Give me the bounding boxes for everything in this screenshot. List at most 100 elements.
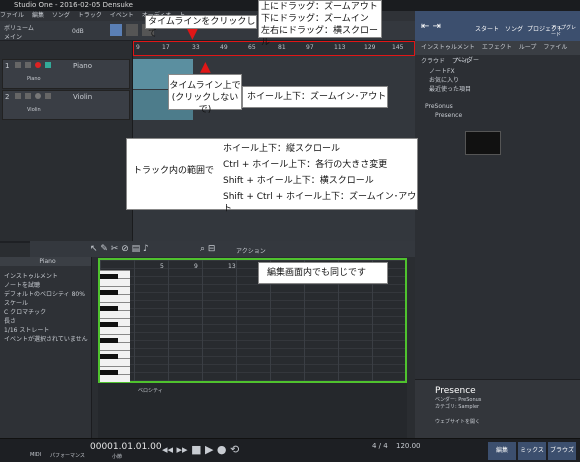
track-name[interactable]: Piano <box>73 62 92 70</box>
transport-bar: MIDI パフォーマンス 00001.01.01.00 小節 ◂◂ ▸▸ ■ ▶… <box>0 438 580 462</box>
time-display[interactable]: 00001.01.01.00 <box>90 442 162 452</box>
mix-button[interactable]: ミックス <box>518 442 546 460</box>
quantize-row[interactable]: 1/16 ストレート <box>0 326 91 335</box>
start-button[interactable]: スタート <box>475 24 499 33</box>
annotation-click-timeline: タイムラインをクリックして <box>145 15 257 39</box>
editor-toolbar: ↖ ✎ ✂ ⊘ ▤ ♪ ⌕ ⊟ アクション <box>30 241 415 257</box>
time-signature[interactable]: 4 / 4 <box>372 442 388 450</box>
menu-file[interactable]: ファイル <box>0 12 24 19</box>
arrow-icon[interactable]: ⇤ ⇥ <box>421 21 441 32</box>
snap-value[interactable]: 0dB <box>72 28 84 35</box>
inspector-item: イベントが選択されていません <box>4 336 88 343</box>
menu-song[interactable]: ソング <box>52 12 70 19</box>
time-unit-label: 小節 <box>112 454 123 460</box>
volume-sub-label: メイン <box>4 34 23 41</box>
annotation-in-track: トラック内の範囲で <box>133 166 215 176</box>
menu-edit[interactable]: 編集 <box>32 12 44 19</box>
browser-item[interactable]: 最近使った項目 <box>415 85 580 94</box>
mute-button[interactable] <box>15 93 21 99</box>
annotation-line: Shift + ホイール上下：横スクロール <box>223 176 374 186</box>
velocity-value[interactable]: 80% <box>72 291 85 298</box>
annotation-track-ops: トラック内の範囲で ホイール上下：縦スクロール Ctrl + ホイール上下：各行… <box>126 138 418 214</box>
solo-button[interactable] <box>25 62 31 68</box>
editor-inspector: Piano インストゥルメント ノートを試聴 デフォルトのベロシティ 80% ス… <box>0 257 92 438</box>
track-list: 1 Piano Piano 2 Violin Violin <box>0 41 133 241</box>
vendor-folder[interactable]: PreSonus <box>415 102 580 111</box>
annotation-line: Ctrl + ホイール上下：各行の大きさ変更 <box>223 160 388 170</box>
annotation-drag-line: 左右にドラッグ：横スクロール <box>261 26 379 48</box>
annotation-drag-line: 上にドラッグ：ズームアウト <box>261 2 378 12</box>
velocity-lane[interactable]: ベロシティ <box>98 383 407 438</box>
tab-instruments[interactable]: インストゥルメント <box>421 44 475 51</box>
performance-label: パフォーマンス <box>50 453 85 459</box>
inspector-item[interactable]: 長さ <box>0 317 91 326</box>
inspector-item[interactable]: スケール <box>0 299 91 308</box>
action-menu[interactable]: アクション <box>236 246 266 255</box>
solo-button[interactable] <box>25 93 31 99</box>
ruler-bar: 9 <box>136 44 140 51</box>
browser-tabs: インストゥルメント エフェクト ループ ファイル クラウド プール <box>415 41 580 65</box>
right-panel-header: ⇤ ⇥ スタート ソング プロジェクト アップグレード <box>415 11 580 41</box>
mute-button[interactable] <box>15 62 21 68</box>
presence-thumbnail <box>465 131 501 155</box>
song-button[interactable]: ソング <box>505 24 523 33</box>
tempo-value[interactable]: 120.00 <box>396 442 421 450</box>
website-link[interactable]: ウェブサイトを開く <box>415 410 580 425</box>
arrow-down-icon: ▼ <box>187 26 198 42</box>
key-value[interactable]: C <box>4 309 8 316</box>
info-vendor: ベンダー: PreSonus <box>435 397 482 403</box>
monitor-button[interactable] <box>45 62 51 68</box>
record-button[interactable] <box>35 93 41 99</box>
track-row[interactable]: 1 Piano Piano <box>2 59 130 89</box>
tab-effects[interactable]: エフェクト <box>482 44 512 51</box>
midi-label: MIDI <box>30 452 42 458</box>
velocity-tab[interactable]: ベロシティ <box>138 387 163 394</box>
transport-controls-icon[interactable]: ◂◂ ▸▸ ■ ▶ ● ⟲ <box>162 443 239 456</box>
editor-ruler-bar: 5 <box>160 263 164 270</box>
ruler-bar: 33 <box>192 44 200 51</box>
browser-item[interactable]: お気に入り <box>415 76 580 85</box>
annotation-line: (クリックしないで) <box>171 93 239 115</box>
tab-loops[interactable]: ループ <box>519 44 537 51</box>
track-instrument[interactable]: Violin <box>27 107 41 113</box>
scale-row[interactable]: C クロマチック <box>0 308 91 317</box>
plugin-item[interactable]: Presence <box>415 111 580 120</box>
annotation-same-editor: 編集画面内でも同じです <box>258 262 388 284</box>
editor-ruler-bar: 9 <box>194 263 198 270</box>
track-name[interactable]: Violin <box>73 93 92 101</box>
tab-cloud[interactable]: クラウド <box>421 58 445 65</box>
record-button[interactable] <box>35 62 41 68</box>
track-instrument[interactable]: Piano <box>27 76 41 82</box>
inspector-item[interactable]: ノートを試聴 <box>0 281 91 290</box>
annotation-drag-line: 下にドラッグ：ズームイン <box>261 14 369 24</box>
browser-panel: インストゥルメント エフェクト ループ ファイル クラウド プール ベンダー ノ… <box>415 41 580 379</box>
inspector-item[interactable]: デフォルトのベロシティ 80% <box>0 290 91 299</box>
arrow-tool-icon[interactable] <box>110 24 122 36</box>
piano-keyboard[interactable] <box>100 270 130 382</box>
plugin-info: Presence ベンダー: PreSonus カテゴリ: Sampler ウェ… <box>415 379 580 438</box>
annotation-line: Shift + Ctrl + ホイール上下：ズームイン･アウト <box>223 192 417 214</box>
browser-item[interactable]: ノートFX <box>415 67 580 76</box>
track-row[interactable]: 2 Violin Violin <box>2 90 130 120</box>
annotation-wheel-zoom: ホイール上下：ズームイン･アウト <box>242 86 388 108</box>
quantize-value[interactable]: 1/16 <box>4 327 17 334</box>
tab-files[interactable]: ファイル <box>543 44 567 51</box>
edit-button[interactable]: 編集 <box>488 442 516 460</box>
upgrade-button[interactable]: アップグレード <box>551 24 580 38</box>
annotation-line: ホイール上下：縦スクロール <box>223 144 341 154</box>
track-number: 1 <box>5 62 10 70</box>
annotation-on-timeline: タイムライン上で (クリックしないで) <box>168 74 242 115</box>
zoom-icon[interactable]: ⌕ ⊟ <box>200 244 215 254</box>
volume-label: ボリューム <box>4 25 34 32</box>
monitor-button[interactable] <box>45 93 51 99</box>
browse-button[interactable]: ブラウズ <box>548 442 576 460</box>
editor-tools-icon[interactable]: ↖ ✎ ✂ ⊘ ▤ ♪ <box>90 244 149 254</box>
track-number: 2 <box>5 93 10 101</box>
window-title: Studio One - 2016-02-05 Densuke <box>14 1 133 9</box>
ruler-bar: 65 <box>248 44 256 51</box>
info-title: Presence <box>435 386 476 396</box>
range-tool-icon[interactable] <box>126 24 138 36</box>
inspector-item[interactable]: インストゥルメント <box>0 272 91 281</box>
menu-track[interactable]: トラック <box>78 12 102 19</box>
menu-event[interactable]: イベント <box>110 12 134 19</box>
